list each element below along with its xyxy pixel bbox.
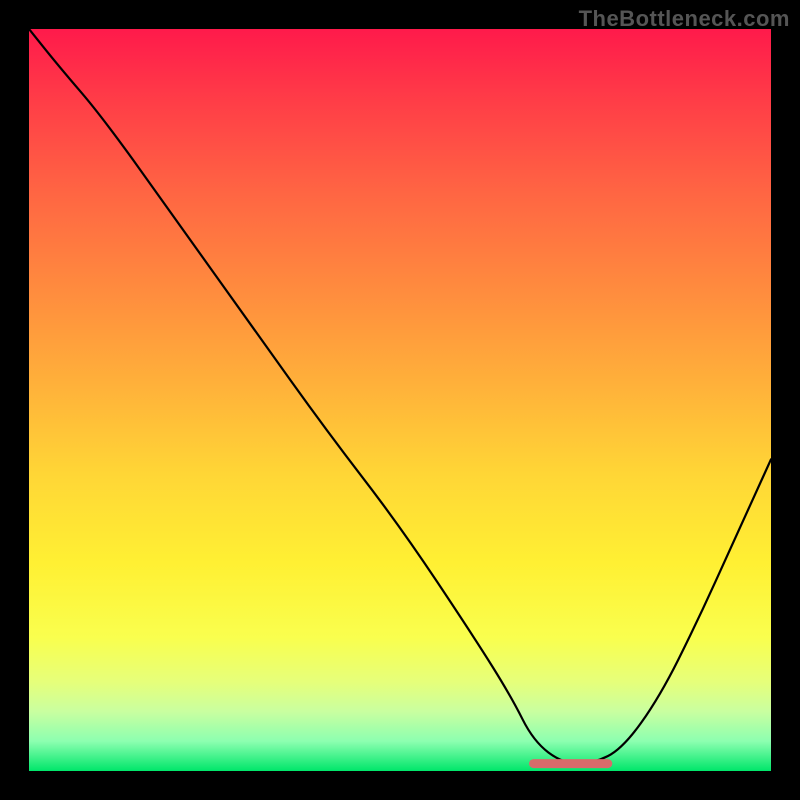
bottleneck-curve xyxy=(29,29,771,764)
watermark-text: TheBottleneck.com xyxy=(579,6,790,32)
chart-frame: TheBottleneck.com xyxy=(0,0,800,800)
plot-area xyxy=(29,29,771,771)
bottleneck-curve-svg xyxy=(29,29,771,771)
